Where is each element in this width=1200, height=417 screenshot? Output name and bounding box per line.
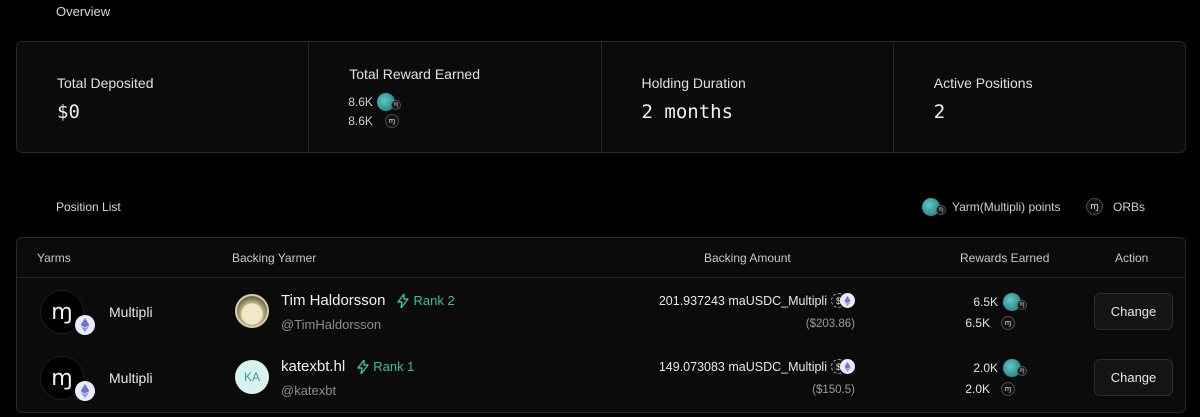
orb-token-icon: ɱ	[1001, 382, 1015, 396]
backing-amount-usd: ($203.86)	[805, 318, 855, 330]
holding-duration-cell: Holding Duration 2 months	[602, 42, 894, 152]
total-reward-points: 8.6K ɱ	[348, 93, 401, 111]
backing-amount: 149.073083 maUSDC_Multipli $	[659, 359, 855, 375]
reward-points: 2.0K ɱ	[973, 359, 1027, 377]
active-positions-label: Active Positions	[933, 75, 1033, 91]
reward-orbs-value: 2.0K	[965, 382, 990, 396]
legend-points-label: Yarm(Multipli) points	[952, 200, 1061, 214]
yarm-points-token-icon: ɱ	[1003, 293, 1027, 311]
orb-token-icon: ɱ	[1001, 316, 1015, 330]
column-rewards-earned: Rewards Earned	[960, 251, 1050, 265]
total-deposited-label: Total Deposited	[57, 75, 154, 91]
backing-amount: 201.937243 maUSDC_Multipli $	[659, 293, 855, 309]
ethereum-icon	[75, 315, 95, 335]
active-positions-cell: Active Positions 2	[894, 42, 1185, 152]
overview-card: Total Deposited $0 Total Reward Earned 8…	[16, 41, 1186, 153]
musdc-token-icon: $	[831, 293, 855, 309]
overview-title: Overview	[56, 4, 111, 19]
musdc-token-icon: $	[831, 359, 855, 375]
position-list-title: Position List	[56, 200, 121, 214]
legend-orbs-label: ORBs	[1113, 199, 1146, 214]
column-backing-amount: Backing Amount	[704, 251, 791, 265]
reward-orbs: 6.5K ɱ	[965, 316, 1015, 330]
yarmer-name[interactable]: Tim Haldorsson Rank 2	[281, 292, 455, 309]
yarm-points-token-icon: ɱ	[922, 198, 946, 216]
yarmer-name-text[interactable]: katexbt.hl	[281, 358, 345, 375]
legend-points: ɱ Yarm(Multipli) points	[922, 198, 1060, 216]
total-reward-orbs-value: 8.6K	[348, 114, 373, 128]
reward-orbs: 2.0K ɱ	[965, 382, 1015, 396]
legend-orbs: ɱ ORBs	[1086, 198, 1145, 215]
yarmer-name[interactable]: katexbt.hl Rank 1	[281, 358, 414, 375]
active-positions-value: 2	[933, 101, 946, 123]
avatar: KA	[235, 360, 269, 394]
reward-orbs-value: 6.5K	[965, 316, 990, 330]
yarmer-handle[interactable]: @TimHaldorsson	[281, 317, 381, 332]
table-row: ɱ Multipli Tim Haldorsson Rank 2 @TimHal…	[17, 280, 1185, 346]
rank-badge: Rank 2	[397, 293, 455, 308]
rank-badge: Rank 1	[357, 359, 414, 374]
yarmer-name-text[interactable]: Tim Haldorsson	[281, 292, 385, 309]
yarm-name: Multipli	[109, 304, 153, 320]
table-header: Yarms Backing Yarmer Backing Amount Rewa…	[17, 238, 1185, 278]
change-button[interactable]: Change	[1094, 293, 1173, 330]
column-backing-yarmer: Backing Yarmer	[232, 251, 317, 265]
orb-token-icon: ɱ	[384, 114, 399, 128]
lightning-bolt-icon	[357, 359, 369, 374]
total-reward-cell: Total Reward Earned 8.6K ɱ 8.6K ɱ	[309, 42, 602, 152]
rank-label: Rank 1	[373, 359, 415, 374]
backing-amount-usd: ($150.5)	[812, 384, 855, 396]
reward-points: 6.5K ɱ	[973, 293, 1027, 311]
change-button[interactable]: Change	[1094, 359, 1173, 396]
backing-amount-value: 201.937243 maUSDC_Multipli	[658, 294, 827, 308]
yarm-points-token-icon: ɱ	[376, 93, 401, 111]
holding-duration-value: 2 months	[641, 101, 734, 123]
table-row: ɱ Multipli KA katexbt.hl Rank 1 @katexbt…	[17, 346, 1185, 412]
total-reward-points-value: 8.6K	[348, 95, 373, 109]
column-action: Action	[1115, 251, 1149, 265]
holding-duration-label: Holding Duration	[641, 75, 746, 91]
yarmer-handle[interactable]: @katexbt	[281, 383, 336, 398]
total-reward-label: Total Reward Earned	[349, 66, 480, 82]
backing-amount-value: 149.073083 maUSDC_Multipli	[658, 360, 827, 374]
column-yarms: Yarms	[37, 251, 71, 265]
positions-table: Yarms Backing Yarmer Backing Amount Rewa…	[16, 237, 1186, 413]
total-deposited-value: $0	[57, 101, 80, 123]
total-reward-orbs: 8.6K ɱ	[348, 114, 399, 128]
lightning-bolt-icon	[397, 293, 410, 308]
rank-label: Rank 2	[413, 293, 455, 308]
total-deposited-cell: Total Deposited $0	[17, 42, 310, 152]
ethereum-icon	[75, 381, 95, 401]
yarm-points-token-icon: ɱ	[1003, 359, 1027, 377]
avatar	[235, 294, 269, 328]
reward-points-value: 2.0K	[973, 361, 998, 375]
reward-points-value: 6.5K	[973, 295, 998, 309]
yarm-name: Multipli	[109, 370, 153, 386]
orb-token-icon: ɱ	[1086, 198, 1103, 215]
